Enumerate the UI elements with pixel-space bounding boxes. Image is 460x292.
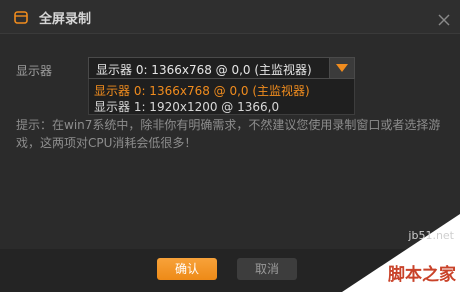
- cancel-button[interactable]: 取消: [237, 258, 297, 280]
- watermark-url: jb51.net: [408, 229, 454, 242]
- display-select[interactable]: 显示器 0: 1366x768 @ 0,0 (主监视器): [88, 57, 355, 79]
- tip-text: 提示：在win7系统中，除非你有明确需求，不然建议您使用录制窗口或者选择游戏，这…: [16, 118, 441, 150]
- watermark: jb51.net 脚本之家: [342, 214, 460, 292]
- display-select-value: 显示器 0: 1366x768 @ 0,0 (主监视器): [96, 63, 312, 77]
- display-option-1[interactable]: 显示器 1: 1920x1200 @ 1366,0: [94, 98, 279, 115]
- display-option-0[interactable]: 显示器 0: 1366x768 @ 0,0 (主监视器): [94, 82, 310, 99]
- close-icon[interactable]: [438, 11, 450, 26]
- title-bar: 全屏录制: [0, 0, 460, 34]
- record-window-icon: [14, 9, 28, 24]
- dropdown-arrow-icon: [336, 64, 348, 72]
- display-dropdown-list: 显示器 0: 1366x768 @ 0,0 (主监视器) 显示器 1: 1920…: [88, 79, 355, 115]
- fullscreen-record-dialog: 全屏录制 显示器 显示器 0: 1366x768 @ 0,0 (主监视器) 显示…: [0, 0, 460, 292]
- display-label: 显示器: [16, 64, 53, 78]
- window-title: 全屏录制: [39, 12, 92, 27]
- watermark-name: 脚本之家: [388, 265, 456, 285]
- confirm-button[interactable]: 确认: [157, 258, 217, 280]
- dropdown-button[interactable]: [329, 58, 354, 78]
